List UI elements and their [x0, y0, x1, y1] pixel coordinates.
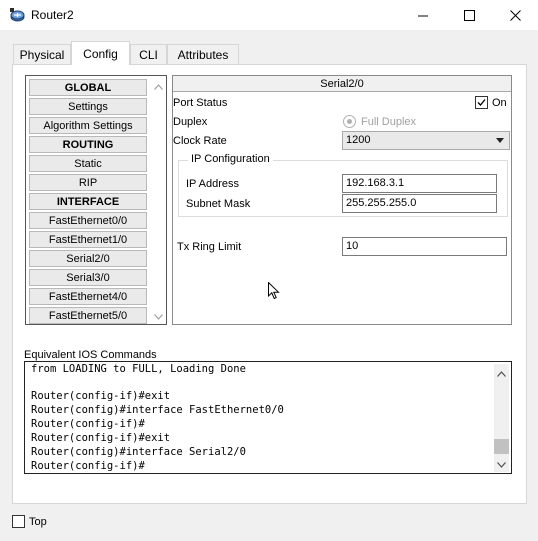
maximize-icon [463, 10, 475, 21]
close-button[interactable] [492, 0, 538, 31]
ios-commands-label: Equivalent IOS Commands [24, 349, 157, 361]
right-margin [527, 64, 538, 504]
subnet-mask-input[interactable]: 255.255.255.0 [342, 194, 497, 213]
nav-item-rip[interactable]: RIP [29, 174, 147, 191]
clock-rate-label: Clock Rate [173, 135, 227, 147]
left-margin [0, 64, 12, 504]
ip-address-label: IP Address [186, 178, 239, 190]
nav-header-global: GLOBAL [29, 79, 147, 96]
minimize-button[interactable] [400, 0, 446, 31]
port-status-on-label: On [492, 97, 507, 109]
clock-rate-select[interactable]: 1200 [342, 131, 510, 150]
bottom-bar [0, 504, 538, 541]
scroll-up-icon[interactable] [494, 366, 509, 381]
clock-rate-value: 1200 [346, 134, 371, 146]
port-status-label: Port Status [173, 97, 228, 109]
tab-cli[interactable]: CLI [130, 44, 167, 64]
ios-line: Router(config-if)# [31, 418, 145, 430]
interface-title: Serial2/0 [173, 76, 511, 92]
window-title: Router2 [31, 8, 74, 22]
nav-item-fastethernet1-0[interactable]: FastEthernet1/0 [29, 231, 147, 248]
nav-header-interface: INTERFACE [29, 193, 147, 210]
nav-item-fastethernet4-0[interactable]: FastEthernet4/0 [29, 288, 147, 305]
nav-item-static[interactable]: Static [29, 155, 147, 172]
title-bar: Router2 [0, 0, 538, 31]
chevron-down-icon [496, 138, 504, 143]
check-icon [477, 99, 486, 106]
nav-scrollbar[interactable] [151, 77, 166, 323]
mouse-cursor-icon [268, 282, 280, 300]
ip-address-input[interactable]: 192.168.3.1 [342, 174, 497, 193]
maximize-button[interactable] [446, 0, 492, 31]
nav-header-routing: ROUTING [29, 136, 147, 153]
tx-ring-limit-input[interactable]: 10 [342, 237, 507, 256]
scroll-down-icon[interactable] [151, 309, 166, 324]
ios-line: Router(config-if)#exit [31, 390, 171, 402]
minimize-icon [417, 15, 428, 17]
nav-item-serial2-0[interactable]: Serial2/0 [29, 250, 147, 267]
full-duplex-label: Full Duplex [361, 116, 417, 128]
scroll-up-icon[interactable] [151, 79, 166, 94]
nav-item-fastethernet5-0[interactable]: FastEthernet5/0 [29, 307, 147, 324]
router-icon [10, 8, 25, 22]
port-status-checkbox[interactable] [475, 96, 488, 109]
tab-label: Attributes [177, 47, 229, 62]
subnet-mask-label: Subnet Mask [186, 198, 251, 210]
tab-label: Config [83, 46, 118, 61]
duplex-label: Duplex [173, 116, 208, 128]
nav-item-settings[interactable]: Settings [29, 98, 147, 115]
tab-physical[interactable]: Physical [13, 44, 71, 64]
top-label: Top [29, 516, 47, 528]
ios-scrollbar[interactable] [494, 364, 509, 472]
ios-line: from LOADING to FULL, Loading Done [31, 363, 246, 375]
ios-line: Router(config)#interface FastEthernet0/0 [31, 404, 284, 416]
ios-line: Router(config-if)# [31, 460, 145, 472]
nav-item-algorithm-settings[interactable]: Algorithm Settings [29, 117, 147, 134]
ios-commands-box[interactable]: from LOADING to FULL, Loading Done Route… [24, 361, 512, 474]
tab-label: Physical [19, 47, 65, 62]
tab-label: CLI [139, 47, 158, 62]
ios-line: Router(config)#interface Serial2/0 [31, 446, 246, 458]
scroll-down-icon[interactable] [494, 457, 509, 472]
scrollbar-thumb[interactable] [494, 439, 509, 454]
interface-detail-panel: Serial2/0 Port Status On Duplex Full Dup… [172, 75, 512, 325]
config-nav-list: GLOBAL Settings Algorithm Settings ROUTI… [25, 75, 167, 325]
tx-ring-limit-label: Tx Ring Limit [177, 241, 242, 253]
close-icon [509, 10, 521, 21]
tab-attributes[interactable]: Attributes [167, 44, 239, 64]
ios-line: Router(config-if)#exit [31, 432, 171, 444]
ip-configuration-title: IP Configuration [188, 153, 273, 165]
nav-item-fastethernet0-0[interactable]: FastEthernet0/0 [29, 212, 147, 229]
nav-item-serial3-0[interactable]: Serial3/0 [29, 269, 147, 286]
top-checkbox[interactable] [12, 515, 25, 528]
full-duplex-radio[interactable] [343, 115, 356, 128]
tab-config[interactable]: Config [71, 41, 130, 65]
